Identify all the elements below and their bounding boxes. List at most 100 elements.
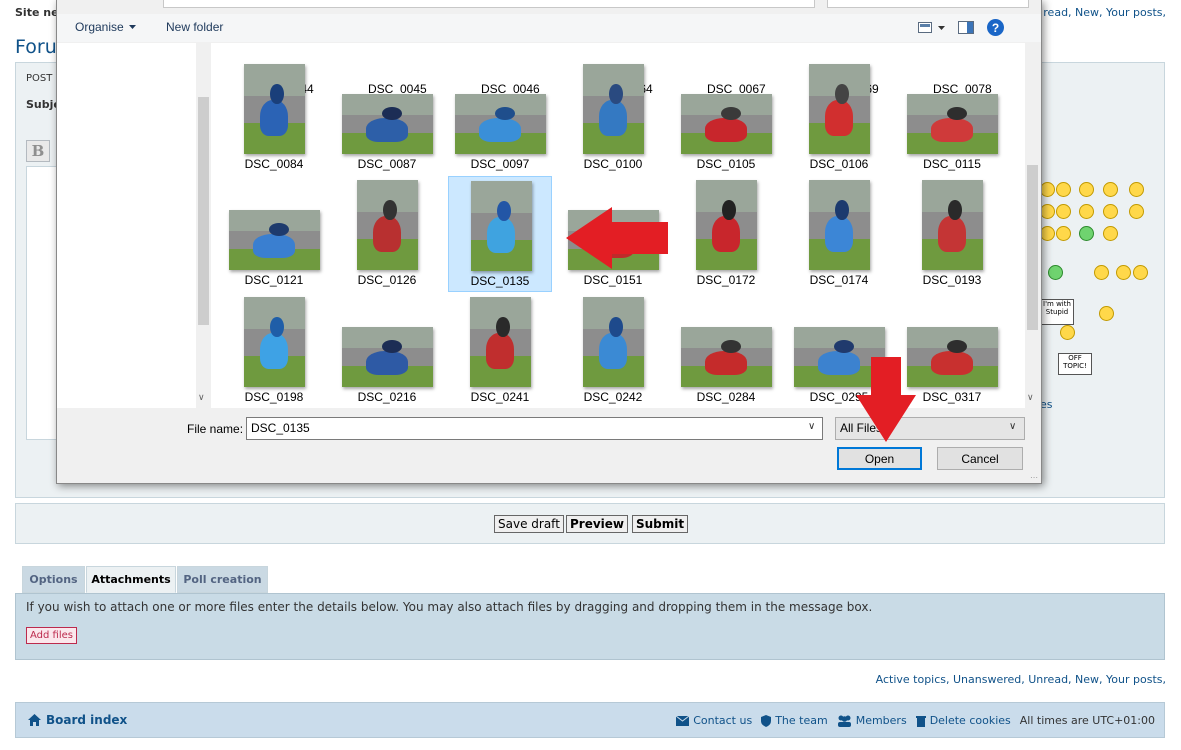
file-item[interactable]: DSC_0174: [787, 176, 891, 292]
file-item[interactable]: DSC_0100: [561, 60, 665, 176]
file-name: DSC_0284: [696, 390, 756, 404]
thumbnail-image: [695, 180, 757, 270]
file-item[interactable]: DSC_0087: [335, 60, 439, 176]
tab-poll-creation[interactable]: Poll creation: [177, 566, 268, 593]
smiley-icon[interactable]: [1103, 182, 1118, 197]
view-icon: [918, 22, 932, 33]
tab-options[interactable]: Options: [22, 566, 85, 593]
organise-menu[interactable]: Organise: [75, 20, 136, 34]
svg-text:?: ?: [992, 21, 999, 35]
smiley-icon[interactable]: [1099, 306, 1114, 321]
file-item[interactable]: DSC_0105: [674, 60, 778, 176]
sign-smiley-stupid[interactable]: I'm with Stupid: [1040, 299, 1074, 325]
smiley-icon[interactable]: [1079, 204, 1094, 219]
navigation-scroll-thumb[interactable]: [198, 97, 209, 325]
search-field[interactable]: [827, 0, 1029, 8]
file-item[interactable]: DSC_0115: [900, 60, 1004, 176]
thumbnail-image: [243, 64, 305, 154]
scroll-down-icon[interactable]: ∨: [198, 393, 205, 403]
submit-button[interactable]: Submit: [632, 515, 689, 533]
chevron-down-icon[interactable]: ∨: [808, 421, 815, 432]
preview-button[interactable]: Preview: [566, 515, 629, 533]
smiley-icon[interactable]: [1060, 325, 1075, 340]
smiley-icon[interactable]: [1129, 204, 1144, 219]
preview-pane-icon[interactable]: [958, 21, 974, 34]
file-name: DSC_0198: [244, 390, 304, 404]
thumbnail-image: [921, 180, 983, 270]
file-name: DSC_0241: [470, 390, 530, 404]
navigation-pane[interactable]: [57, 43, 211, 408]
file-name: DSC_0106: [809, 157, 869, 171]
resize-grip-icon[interactable]: ⋯: [1030, 473, 1038, 482]
file-item[interactable]: DSC_0135: [448, 176, 552, 292]
smiley-icon[interactable]: [1048, 265, 1063, 280]
smilies-panel: I'm with Stupid OFF TOPIC!: [1040, 175, 1160, 375]
delete-cookies-link[interactable]: Delete cookies: [915, 714, 1011, 727]
file-name: DSC_0084: [244, 157, 304, 171]
file-item[interactable]: DSC_0106: [787, 60, 891, 176]
chevron-down-icon[interactable]: ∨: [1009, 421, 1016, 432]
save-draft-button[interactable]: Save draft: [494, 515, 564, 533]
the-team-link[interactable]: The team: [761, 714, 828, 727]
thumbnail-image: [228, 210, 320, 270]
change-view-button[interactable]: [918, 22, 945, 33]
help-icon[interactable]: ?: [987, 19, 1004, 36]
sign-smiley-off-topic[interactable]: OFF TOPIC!: [1058, 353, 1092, 375]
file-list-scroll-thumb[interactable]: [1027, 165, 1038, 330]
smiley-icon[interactable]: [1056, 204, 1071, 219]
smiley-icon[interactable]: [1116, 265, 1131, 280]
smiley-icon[interactable]: [1056, 182, 1071, 197]
thumbnail-image: [680, 327, 772, 387]
file-item[interactable]: DSC_0193: [900, 176, 1004, 292]
file-item[interactable]: DSC_0198: [222, 293, 326, 408]
address-bar[interactable]: [163, 0, 815, 8]
open-button[interactable]: Open: [837, 447, 922, 470]
quick-links-bottom[interactable]: Active topics, Unanswered, Unread, New, …: [876, 673, 1166, 686]
contact-us-link[interactable]: Contact us: [676, 714, 752, 727]
quick-links-top[interactable]: read, New, Your posts,: [1043, 6, 1166, 19]
file-name: DSC_0126: [357, 273, 417, 287]
file-item[interactable]: DSC_0241: [448, 293, 552, 408]
smiley-icon[interactable]: [1133, 265, 1148, 280]
file-name-input[interactable]: DSC_0135: [246, 417, 823, 440]
thumbnail-image: [454, 94, 546, 154]
cancel-button[interactable]: Cancel: [937, 447, 1023, 470]
file-item[interactable]: DSC_0216: [335, 293, 439, 408]
smiley-icon[interactable]: [1056, 226, 1071, 241]
smiley-icon[interactable]: [1103, 226, 1118, 241]
home-icon: [28, 714, 41, 726]
file-item[interactable]: DSC_0126: [335, 176, 439, 292]
scroll-down-icon[interactable]: ∨: [1027, 393, 1034, 403]
smiley-icon[interactable]: [1103, 204, 1118, 219]
envelope-icon: [676, 715, 690, 726]
file-item[interactable]: DSC_0242: [561, 293, 665, 408]
chevron-down-icon: [128, 25, 136, 29]
tab-attachments[interactable]: Attachments: [86, 566, 176, 593]
file-item[interactable]: DSC_0084: [222, 60, 326, 176]
smiley-icon[interactable]: [1094, 265, 1109, 280]
file-item[interactable]: DSC_0284: [674, 293, 778, 408]
smiley-icon[interactable]: [1079, 226, 1094, 241]
smiley-icon[interactable]: [1129, 182, 1144, 197]
smiley-icon[interactable]: [1040, 204, 1055, 219]
board-index-link[interactable]: Board index: [28, 713, 127, 727]
file-name: DSC_0172: [696, 273, 756, 287]
smiley-icon[interactable]: [1079, 182, 1094, 197]
new-folder-button[interactable]: New folder: [166, 20, 223, 34]
smiley-icon[interactable]: [1040, 226, 1055, 241]
file-item[interactable]: DSC_0172: [674, 176, 778, 292]
annotation-arrow-left: [566, 207, 668, 269]
trash-icon: [915, 715, 926, 727]
view-controls: ?: [918, 19, 1004, 36]
thumbnail-image: [469, 297, 531, 387]
file-item[interactable]: DSC_0121: [222, 176, 326, 292]
members-link[interactable]: Members: [837, 714, 907, 727]
file-item[interactable]: DSC_0097: [448, 60, 552, 176]
file-name: DSC_0105: [696, 157, 756, 171]
bold-button[interactable]: B: [26, 140, 50, 162]
add-files-button[interactable]: Add files: [26, 627, 77, 644]
smiley-icon[interactable]: [1040, 182, 1055, 197]
thumbnail-image: [470, 181, 532, 271]
thumbnail-image: [680, 94, 772, 154]
thumbnail-image: [808, 64, 870, 154]
